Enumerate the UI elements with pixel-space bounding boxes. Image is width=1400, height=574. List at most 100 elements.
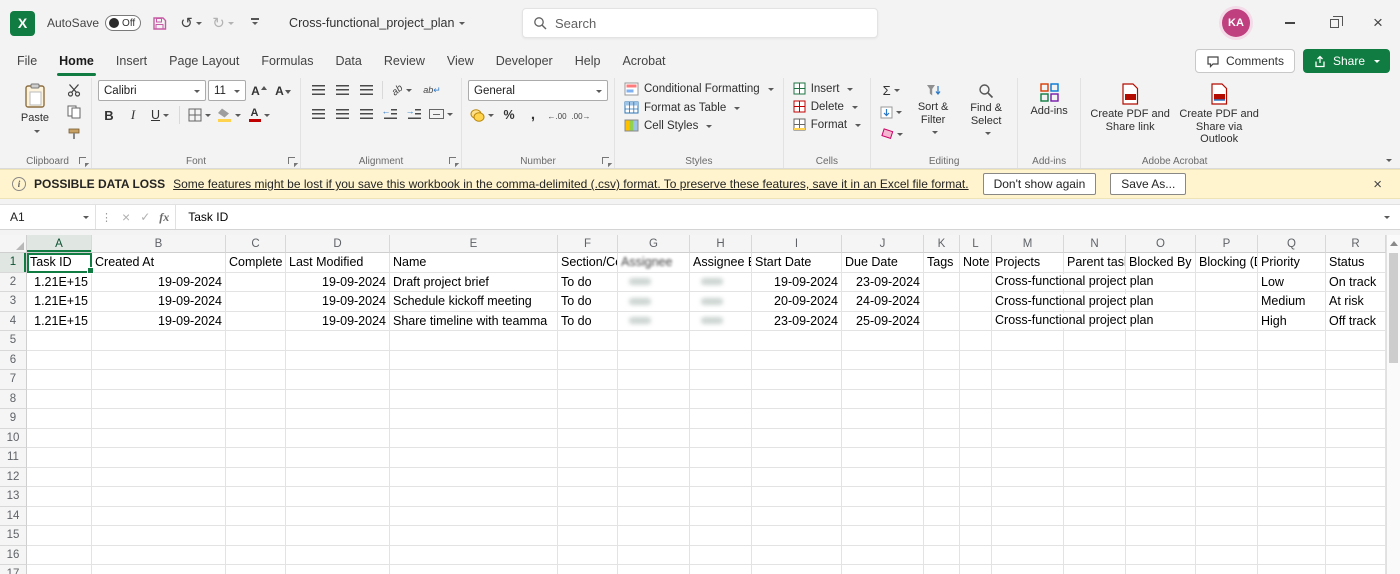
cell-K6[interactable] (924, 350, 960, 370)
italic-button[interactable]: I (122, 105, 144, 125)
cell-I15[interactable] (752, 526, 842, 546)
cell-E8[interactable] (390, 389, 558, 409)
cell-I2[interactable]: 19-09-2024 (752, 272, 842, 292)
comma-style-button[interactable]: , (522, 105, 544, 125)
cell-F10[interactable] (558, 428, 618, 448)
cell-C14[interactable] (226, 506, 286, 526)
cell-O15[interactable] (1126, 526, 1196, 546)
col-header-C[interactable]: C (226, 235, 286, 253)
cell-H8[interactable] (690, 389, 752, 409)
cell-O1[interactable]: Blocked By (1126, 253, 1196, 273)
fill-button[interactable] (877, 102, 905, 122)
cell-O16[interactable] (1126, 545, 1196, 565)
cell-F5[interactable] (558, 331, 618, 351)
cell-L4[interactable] (960, 311, 992, 331)
orientation-button[interactable] (388, 80, 416, 100)
cell-D2[interactable]: 19-09-2024 (286, 272, 390, 292)
cell-E10[interactable] (390, 428, 558, 448)
cell-C11[interactable] (226, 448, 286, 468)
cell-K15[interactable] (924, 526, 960, 546)
cell-B5[interactable] (92, 331, 226, 351)
cell-Q11[interactable] (1258, 448, 1326, 468)
cell-D3[interactable]: 19-09-2024 (286, 292, 390, 312)
cell-H16[interactable] (690, 545, 752, 565)
cell-P6[interactable] (1196, 350, 1258, 370)
clear-button[interactable] (877, 124, 905, 144)
tab-acrobat[interactable]: Acrobat (611, 46, 676, 76)
cell-G4[interactable] (618, 311, 690, 331)
cell-L1[interactable]: Note (960, 253, 992, 273)
cell-F13[interactable] (558, 487, 618, 507)
fill-color-button[interactable] (215, 105, 243, 125)
cell-P2[interactable] (1196, 272, 1258, 292)
cell-I14[interactable] (752, 506, 842, 526)
cell-J12[interactable] (842, 467, 924, 487)
expand-formula-bar-button[interactable] (1371, 214, 1400, 220)
align-bottom-button[interactable] (355, 80, 377, 100)
row-header-12[interactable]: 12 (0, 467, 27, 487)
cell-H13[interactable] (690, 487, 752, 507)
cell-N6[interactable] (1064, 350, 1126, 370)
vertical-scrollbar[interactable] (1386, 235, 1400, 574)
cell-H3[interactable] (690, 292, 752, 312)
cell-G6[interactable] (618, 350, 690, 370)
cell-K10[interactable] (924, 428, 960, 448)
col-header-F[interactable]: F (558, 235, 618, 253)
cell-D13[interactable] (286, 487, 390, 507)
cell-P7[interactable] (1196, 370, 1258, 390)
cell-R16[interactable] (1326, 545, 1386, 565)
number-dialog-launcher-icon[interactable] (602, 157, 611, 166)
cell-C2[interactable] (226, 272, 286, 292)
cell-B13[interactable] (92, 487, 226, 507)
cell-E1[interactable]: Name (390, 253, 558, 273)
row-header-2[interactable]: 2 (0, 272, 27, 292)
cell-G10[interactable] (618, 428, 690, 448)
cell-I12[interactable] (752, 467, 842, 487)
save-button[interactable] (145, 9, 173, 37)
cell-E5[interactable] (390, 331, 558, 351)
cell-J13[interactable] (842, 487, 924, 507)
cell-R15[interactable] (1326, 526, 1386, 546)
align-right-button[interactable] (355, 104, 377, 124)
cell-Q9[interactable] (1258, 409, 1326, 429)
col-header-J[interactable]: J (842, 235, 924, 253)
cell-M14[interactable] (992, 506, 1064, 526)
cell-A8[interactable] (27, 389, 92, 409)
row-header-13[interactable]: 13 (0, 487, 27, 507)
cell-Q14[interactable] (1258, 506, 1326, 526)
font-color-button[interactable] (245, 105, 273, 125)
cell-M10[interactable] (992, 428, 1064, 448)
cell-H4[interactable] (690, 311, 752, 331)
col-header-R[interactable]: R (1326, 235, 1386, 253)
cell-C3[interactable] (226, 292, 286, 312)
col-header-N[interactable]: N (1064, 235, 1126, 253)
tab-page-layout[interactable]: Page Layout (158, 46, 250, 76)
format-cells-button[interactable]: Format (790, 116, 864, 133)
cell-K8[interactable] (924, 389, 960, 409)
bold-button[interactable]: B (98, 105, 120, 125)
cell-Q5[interactable] (1258, 331, 1326, 351)
cell-I16[interactable] (752, 545, 842, 565)
cell-G3[interactable] (618, 292, 690, 312)
cell-P12[interactable] (1196, 467, 1258, 487)
cell-I9[interactable] (752, 409, 842, 429)
cell-A12[interactable] (27, 467, 92, 487)
scroll-up-arrow-icon[interactable] (1387, 235, 1400, 252)
col-header-M[interactable]: M (992, 235, 1064, 253)
cell-K13[interactable] (924, 487, 960, 507)
row-header-1[interactable]: 1 (0, 253, 27, 273)
accounting-format-button[interactable] (468, 105, 496, 125)
share-button[interactable]: Share (1302, 49, 1390, 73)
cell-Q2[interactable]: Low (1258, 272, 1326, 292)
cell-A3[interactable]: 1.21E+15 (27, 292, 92, 312)
create-pdf-share-link-button[interactable]: Create PDF and Share link (1087, 80, 1173, 133)
cell-M11[interactable] (992, 448, 1064, 468)
cell-F7[interactable] (558, 370, 618, 390)
cell-N17[interactable] (1064, 565, 1126, 574)
cell-K14[interactable] (924, 506, 960, 526)
cell-G2[interactable] (618, 272, 690, 292)
redo-button[interactable] (209, 9, 237, 37)
cell-F15[interactable] (558, 526, 618, 546)
cell-J9[interactable] (842, 409, 924, 429)
cut-button[interactable] (63, 80, 85, 100)
